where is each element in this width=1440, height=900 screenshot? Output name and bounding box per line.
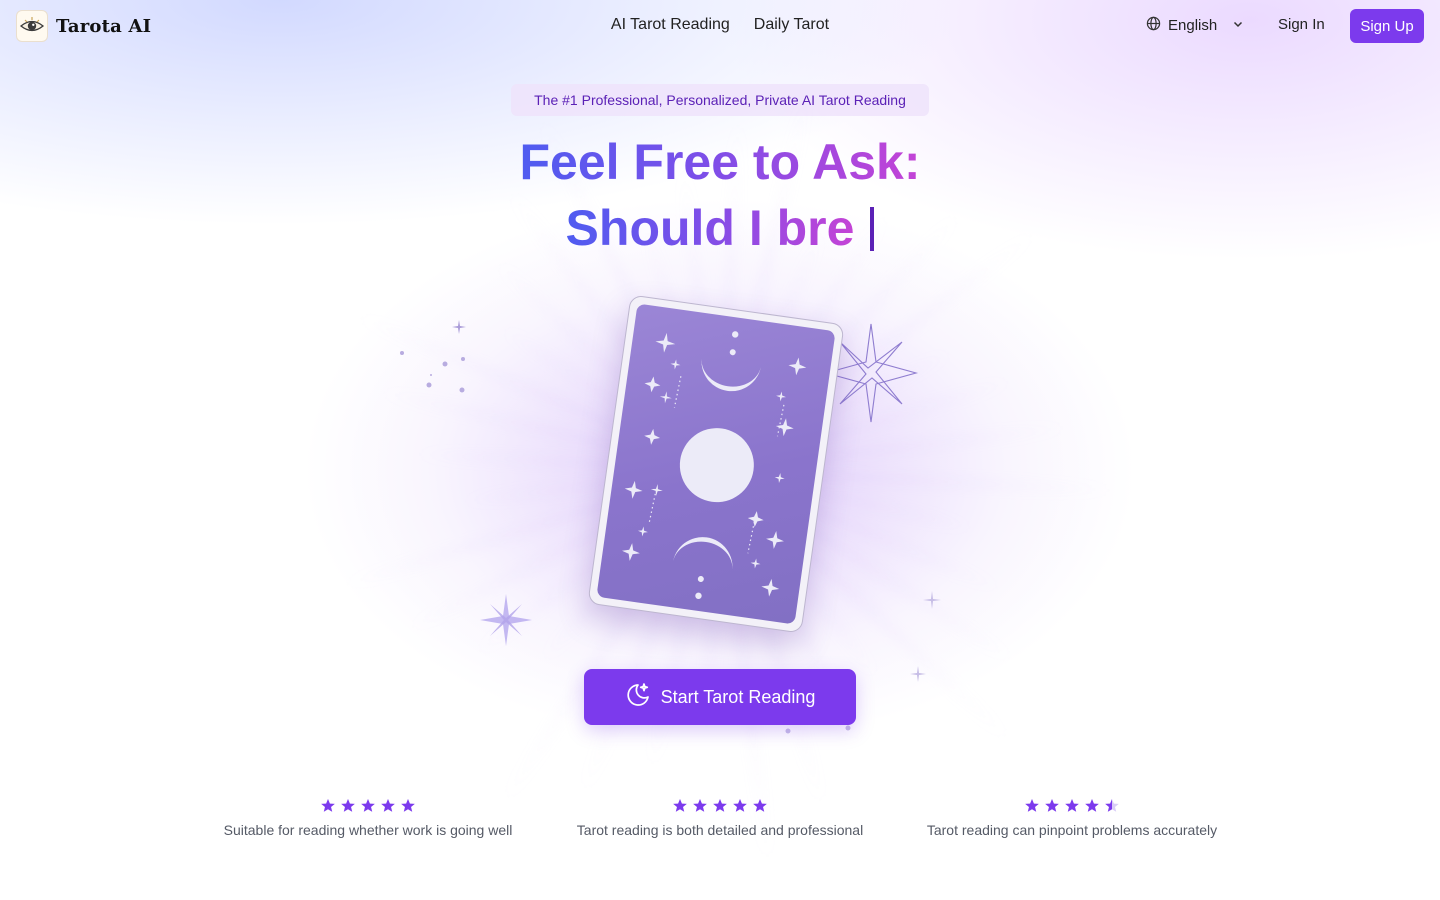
review-item: Tarot reading can pinpoint problems accu… — [902, 796, 1242, 838]
star-icon — [1065, 799, 1079, 812]
review-item: Tarot reading is both detailed and profe… — [550, 796, 890, 838]
eye-icon — [16, 10, 48, 42]
stardust-icon — [400, 320, 466, 393]
typing-caret — [870, 207, 875, 251]
tagline-badge: The #1 Professional, Personalized, Priva… — [511, 84, 929, 116]
small-sparkle-icon — [923, 591, 941, 609]
star-icon — [673, 799, 687, 812]
headline-line-1: Feel Free to Ask: — [0, 130, 1440, 194]
sign-in-link[interactable]: Sign In — [1278, 16, 1325, 33]
nav-link-ai-tarot-reading[interactable]: AI Tarot Reading — [611, 16, 730, 34]
sparkle-icon — [480, 594, 532, 646]
chevron-down-icon — [1232, 17, 1244, 34]
star-rating — [550, 796, 890, 816]
headline-text-1: Feel Free to Ask: — [519, 134, 921, 190]
moon-sparkle-icon — [625, 682, 651, 713]
review-text: Suitable for reading whether work is goi… — [223, 822, 513, 838]
cta-label: Start Tarot Reading — [660, 686, 816, 707]
review-text: Tarot reading is both detailed and profe… — [576, 822, 864, 838]
star-icon — [1105, 799, 1119, 812]
star-icon — [733, 799, 747, 812]
moon-phases-icon — [622, 331, 807, 600]
headline-typing-text: Should I bre — [565, 200, 855, 256]
tarot-card[interactable] — [587, 294, 845, 634]
nav-link-daily-tarot[interactable]: Daily Tarot — [754, 16, 829, 34]
review-text: Tarot reading can pinpoint problems accu… — [926, 822, 1218, 838]
language-selector[interactable]: English — [1146, 16, 1244, 35]
brand-name: Tarota AI — [56, 15, 152, 37]
star-icon — [401, 799, 415, 812]
globe-icon — [1146, 16, 1161, 35]
star-icon — [693, 799, 707, 812]
start-tarot-reading-button[interactable]: Start Tarot Reading — [584, 669, 856, 725]
sign-up-button[interactable]: Sign Up — [1350, 9, 1424, 43]
star-rating — [198, 796, 538, 816]
star-icon — [753, 799, 767, 812]
star-icon — [1085, 799, 1099, 812]
top-nav-bar: Tarota AI AI Tarot Reading Daily Tarot E… — [0, 0, 1440, 52]
small-sparkle-icon — [910, 666, 926, 682]
language-label: English — [1168, 17, 1218, 34]
headline-line-2: Should I bre — [0, 196, 1440, 260]
star-icon — [1025, 799, 1039, 812]
star-rating — [902, 796, 1242, 816]
review-item: Suitable for reading whether work is goi… — [198, 796, 538, 838]
star-icon — [381, 799, 395, 812]
star-icon — [361, 799, 375, 812]
star-icon — [321, 799, 335, 812]
star-icon — [1045, 799, 1059, 812]
brand-logo[interactable]: Tarota AI — [16, 10, 151, 42]
star-icon — [341, 799, 355, 812]
tarot-card-face — [596, 303, 836, 625]
star-icon — [713, 799, 727, 812]
